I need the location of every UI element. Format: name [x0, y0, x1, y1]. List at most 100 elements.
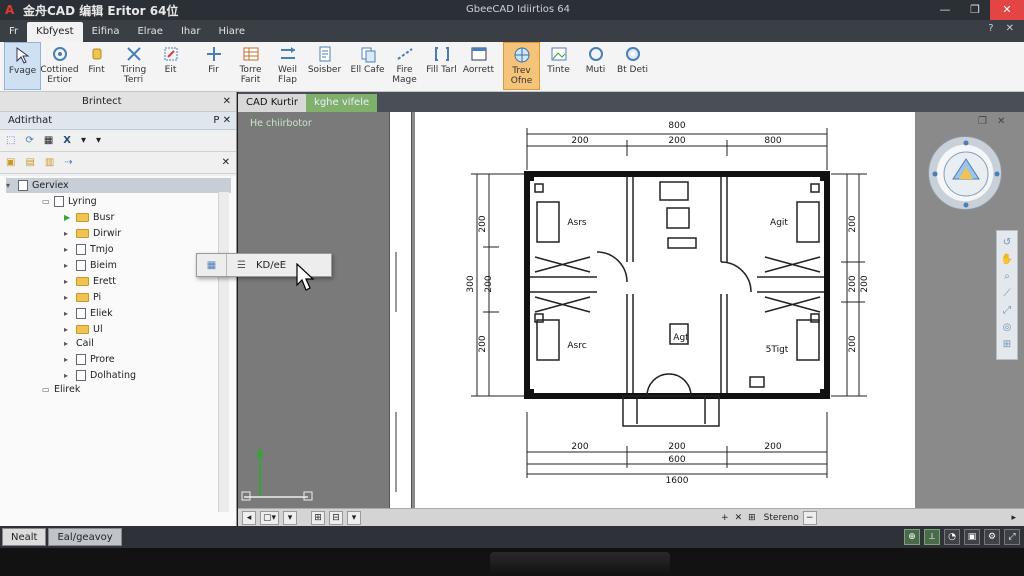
ribbon-button-16[interactable]: Bt Deti	[614, 42, 651, 90]
tree-item[interactable]: ▸ Eliek	[64, 306, 113, 321]
tree-item[interactable]: ▾ Gerviex	[6, 178, 231, 193]
ribbon-button-6[interactable]: Torre Farit	[232, 42, 269, 90]
coords-x-icon[interactable]: ✕	[735, 513, 743, 523]
ribbon-button-13[interactable]: Trev Ofne	[503, 42, 540, 90]
ribbon-button-7[interactable]: Weil Flap	[269, 42, 306, 90]
panel-close-icon[interactable]: ✕	[223, 92, 231, 112]
ribbon-button-2[interactable]: Fint	[78, 42, 115, 90]
viewport-restore-icon[interactable]: ❐	[978, 116, 987, 127]
coords-lock-icon[interactable]: ⊞	[748, 513, 756, 523]
ribbon-button-1[interactable]: Cottined Ertior	[40, 42, 79, 90]
ribbon-button-0[interactable]: Fvage	[4, 42, 41, 90]
close-doc-icon[interactable]: ✕	[1006, 23, 1014, 34]
showmotion-icon[interactable]: ⊞	[1003, 339, 1011, 350]
tree-item[interactable]: ▸ Pi	[64, 290, 101, 305]
tree-item[interactable]: ▸ Cail	[64, 336, 94, 351]
expand-arrow-icon[interactable]: ▸	[64, 274, 72, 289]
stereo-minus-button[interactable]: −	[802, 510, 817, 525]
settings-icon[interactable]: ⚙	[984, 529, 1000, 545]
ribbon-tab-1[interactable]: Kbfyest	[27, 22, 83, 42]
ortho-toggle-icon[interactable]: ⟂	[924, 529, 940, 545]
delete-icon[interactable]: X	[63, 135, 71, 146]
pan-icon[interactable]: ✋	[1001, 254, 1013, 265]
tree-item[interactable]: ▸ Dirwir	[64, 226, 121, 241]
tree-item[interactable]: ▸ Erett	[64, 274, 116, 289]
viewport-close-icon[interactable]: ✕	[997, 116, 1005, 127]
expand-arrow-icon[interactable]: ▸	[64, 226, 72, 241]
filter-icon[interactable]: ▾	[347, 510, 362, 525]
arrow-left-icon[interactable]: ◂	[242, 510, 256, 525]
snap-icon[interactable]: ⊞	[311, 510, 326, 525]
popup-label[interactable]: KD/eE	[246, 260, 286, 271]
tree-toggle-icon[interactable]: ▾	[6, 178, 14, 193]
orbit-icon[interactable]: ↺	[1003, 237, 1011, 248]
doc-tab-1[interactable]: CAD Kurtir	[238, 94, 307, 112]
tree-item[interactable]: ▸ Ul	[64, 322, 103, 337]
toolbar-close-icon[interactable]: ✕	[222, 157, 230, 168]
floor-plan-sheet[interactable]: 800 200 200 800 200 200 200 600 1600 200…	[415, 112, 915, 508]
look-icon[interactable]: ◎	[1003, 322, 1012, 333]
ribbon-tab-0[interactable]: Fr	[0, 22, 27, 42]
expand-icon[interactable]: ▾	[283, 510, 298, 525]
snap-toggle-icon[interactable]: ⊕	[904, 529, 920, 545]
expand-arrow-icon[interactable]: ▸	[64, 322, 72, 337]
layout-icon[interactable]: ▢▾	[260, 510, 280, 525]
tree-item[interactable]: ▸ Bieim	[64, 258, 117, 273]
dropdown2-icon[interactable]: ▾	[96, 135, 101, 146]
maximize-button[interactable]: ❐	[960, 0, 990, 20]
ribbon-button-5[interactable]: Fir	[195, 42, 232, 90]
fullscreen-icon[interactable]: ⤢	[1004, 529, 1020, 545]
ribbon-button-3[interactable]: Tiring Terri	[115, 42, 152, 90]
ribbon-button-8[interactable]: Soisber	[306, 42, 343, 90]
osnap-toggle-icon[interactable]: ▣	[964, 529, 980, 545]
dropdown-icon[interactable]: ▾	[81, 135, 86, 146]
model-pane[interactable]: He chiirbotor	[238, 112, 390, 526]
select-icon[interactable]: ⬚	[6, 135, 15, 146]
help-icon[interactable]: ?	[988, 23, 993, 34]
layer-panel-controls[interactable]: P ✕	[213, 112, 231, 130]
layer-icon[interactable]: ▣	[6, 157, 15, 168]
status-tab-1[interactable]: Nealt	[2, 528, 47, 546]
ribbon-tab-4[interactable]: Ihar	[172, 22, 210, 42]
ribbon-button-10[interactable]: Fire Mage	[386, 42, 423, 90]
minimize-button[interactable]: —	[930, 0, 960, 20]
expand-arrow-icon[interactable]: ▶	[64, 210, 72, 225]
expand-arrow-icon[interactable]: ▸	[64, 242, 72, 257]
ribbon-button-12[interactable]: Aorrett	[460, 42, 497, 90]
grid-icon[interactable]: ▦	[44, 135, 53, 146]
ribbon-button-11[interactable]: Fill Tarl	[423, 42, 460, 90]
scroll-right-icon[interactable]: ▸	[1011, 513, 1016, 523]
tree-item[interactable]: ▸ Prore	[64, 352, 115, 367]
ribbon-tab-3[interactable]: Elrae	[128, 22, 172, 42]
expand-arrow-icon[interactable]: ▸	[64, 352, 72, 367]
link-icon[interactable]: ⇢	[64, 157, 72, 168]
doc-tab-2[interactable]: kghe vifele	[306, 94, 378, 112]
expand-arrow-icon[interactable]: ▸	[64, 306, 72, 321]
close-button[interactable]: ✕	[990, 0, 1024, 20]
ribbon-button-4[interactable]: Eit	[152, 42, 189, 90]
steer-icon[interactable]: ⟋	[1004, 288, 1011, 299]
tree-item[interactable]: ▭ Elirek	[42, 382, 80, 397]
coords-plus-icon[interactable]: +	[721, 513, 729, 523]
expand-arrow-icon[interactable]: ▸	[64, 290, 72, 305]
ribbon-tab-5[interactable]: Hiare	[210, 22, 254, 42]
ribbon-button-14[interactable]: Tinte	[540, 42, 577, 90]
tree-item[interactable]: ▶ Busr	[64, 210, 114, 225]
tree-toggle-icon[interactable]: ▭	[42, 194, 50, 209]
folder-icon[interactable]: ▤	[25, 157, 34, 168]
zoom-icon[interactable]: ⌕	[1004, 271, 1010, 282]
polar-toggle-icon[interactable]: ◔	[944, 529, 960, 545]
grid-toggle-icon[interactable]: ⊟	[329, 510, 344, 525]
tree-scrollbar[interactable]	[218, 192, 229, 512]
expand-arrow-icon[interactable]: ▸	[64, 336, 72, 351]
tree-item[interactable]: ▭ Lyring	[42, 194, 97, 209]
walk-icon[interactable]: ⤢	[1003, 305, 1011, 316]
ribbon-tab-2[interactable]: Eifina	[83, 22, 129, 42]
expand-arrow-icon[interactable]: ▸	[64, 368, 72, 383]
tree-item[interactable]: ▸ Tmjo	[64, 242, 114, 257]
table-small-icon[interactable]: ▥	[45, 157, 54, 168]
refresh-icon[interactable]: ⟳	[25, 135, 33, 146]
tree-toggle-icon[interactable]: ▭	[42, 382, 50, 397]
expand-arrow-icon[interactable]: ▸	[64, 258, 72, 273]
status-tab-2[interactable]: Eal/geavoy	[48, 528, 122, 546]
